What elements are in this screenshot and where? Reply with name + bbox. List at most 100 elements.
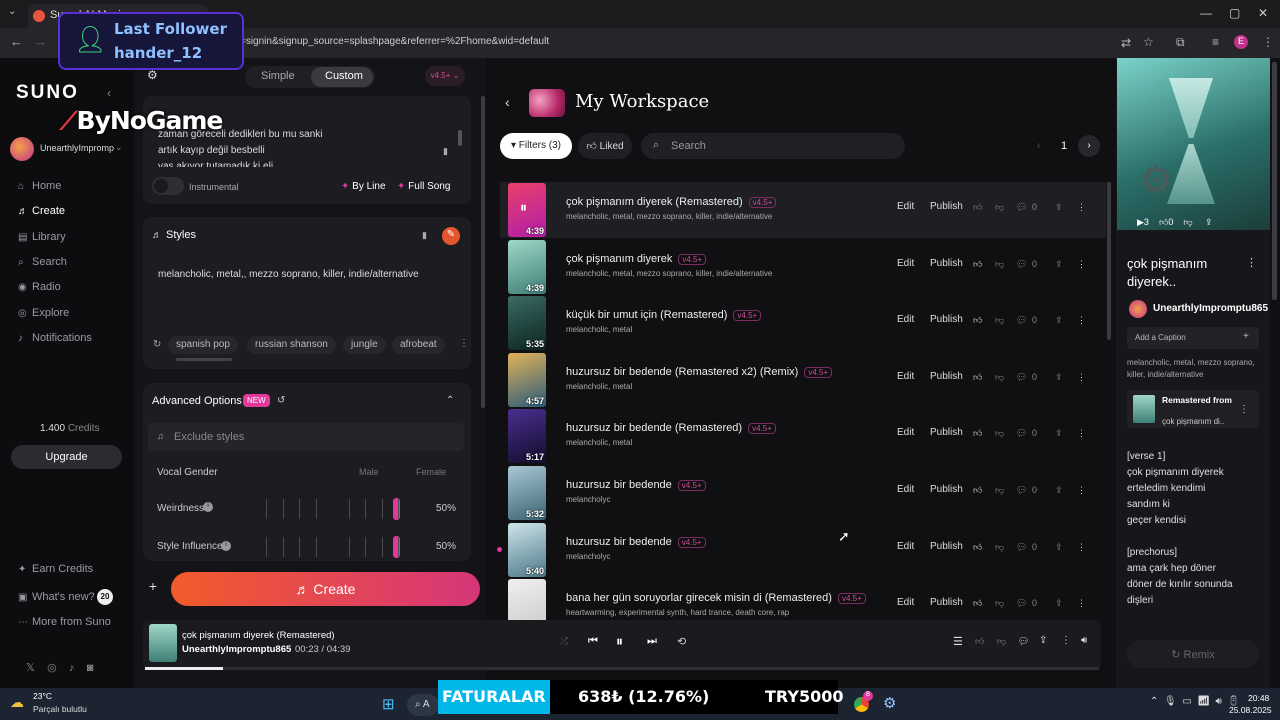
earn-credits-link[interactable]: ✦ Earn Credits	[18, 563, 93, 575]
edit-button[interactable]: Edit	[897, 484, 914, 495]
mode-custom-button[interactable]: Custom	[325, 70, 363, 82]
user-avatar[interactable]	[10, 137, 34, 161]
back-arrow-icon[interactable]: ←	[10, 34, 23, 49]
clock-time[interactable]: 20:48	[1248, 693, 1269, 703]
more-icon[interactable]: ⋮	[1077, 259, 1086, 270]
weather-text[interactable]: Parçalı bulutlu	[33, 704, 87, 714]
more-icon[interactable]: ⋮	[1077, 315, 1086, 326]
more-icon[interactable]: ⋮	[1077, 598, 1086, 609]
song-row[interactable]: 4:39 çok pişmanım diyerek v4.5+ melanchol…	[500, 239, 1106, 295]
like-icon[interactable]: 👍︎	[973, 542, 982, 553]
taskbar-search[interactable]: ⌕ A	[407, 694, 439, 716]
like-icon[interactable]: 👍︎	[973, 315, 982, 326]
publish-button[interactable]: Publish	[930, 484, 963, 495]
minimize-icon[interactable]: —	[1200, 6, 1212, 20]
style-pill[interactable]: jungle	[343, 336, 386, 354]
edit-button[interactable]: Edit	[897, 597, 914, 608]
style-pill[interactable]: spanish pop	[168, 336, 238, 354]
dislike-icon[interactable]: 👎︎	[995, 485, 1004, 496]
pause-overlay-icon[interactable]: ⏸︎	[520, 199, 527, 216]
windows-start-icon[interactable]: ⊞	[382, 695, 395, 713]
profile-avatar[interactable]: E	[1234, 35, 1248, 49]
player-progress-track[interactable]	[145, 667, 1099, 670]
dislike-icon[interactable]: 👎︎	[1183, 217, 1192, 227]
song-row[interactable]: 5:17 huzursuz bir bedende (Remastered) v4…	[500, 408, 1106, 464]
vocal-female-option[interactable]: Female	[416, 467, 446, 477]
weather-icon[interactable]: ☁	[10, 694, 24, 711]
user-name[interactable]: UnearthlyImpromp	[40, 143, 114, 153]
styles-input[interactable]: melancholic, metal,, mezzo soprano, kill…	[158, 269, 419, 280]
share-icon[interactable]: ⇪	[1039, 635, 1047, 646]
like-icon[interactable]: 👍︎	[973, 259, 982, 270]
comment-icon[interactable]: 💬︎	[1016, 315, 1027, 326]
remix-button[interactable]: ↻ Remix	[1127, 640, 1259, 668]
add-caption-input[interactable]: Add a Caption +	[1127, 327, 1259, 349]
panel-scrollbar[interactable]	[481, 96, 485, 408]
share-icon[interactable]: ⇪	[1055, 598, 1063, 609]
whats-new-link[interactable]: ▣ What's new?	[18, 591, 95, 603]
collapse-sidebar-icon[interactable]: ‹	[107, 86, 111, 100]
more-icon[interactable]: ⋮	[1061, 635, 1071, 646]
more-icon[interactable]: ⋮	[1077, 372, 1086, 383]
user-chevron-icon[interactable]: ⌄	[115, 142, 123, 153]
like-icon[interactable]: 👍︎	[1159, 217, 1168, 227]
prev-page-icon[interactable]: ‹	[1037, 140, 1040, 151]
song-row[interactable]: 4:57 huzursuz bir bedende (Remastered x2…	[500, 352, 1106, 408]
share-icon[interactable]: ⇪	[1055, 542, 1063, 553]
nav-library[interactable]: ▤ Library	[18, 231, 66, 243]
like-icon[interactable]: 👍︎	[973, 485, 982, 496]
exclude-styles-input[interactable]: ♫ Exclude styles	[148, 423, 464, 451]
close-window-icon[interactable]: ✕	[1258, 6, 1268, 20]
like-icon[interactable]: 👍︎	[973, 428, 982, 439]
song-title[interactable]: huzursuz bir bedende (Remastered x2) (Re…	[566, 366, 833, 378]
clock-date[interactable]: 25.08.2025	[1229, 705, 1272, 715]
comment-icon[interactable]: 💬︎	[1016, 485, 1027, 496]
style-pill[interactable]: russian shanson	[247, 336, 336, 354]
instagram-icon[interactable]: ◎	[47, 662, 57, 674]
share-icon[interactable]: ⇪	[1205, 217, 1213, 227]
style-influence-slider[interactable]	[265, 535, 410, 559]
advanced-options-title[interactable]: Advanced Options	[152, 395, 242, 407]
publish-button[interactable]: Publish	[930, 258, 963, 269]
detail-author-avatar[interactable]	[1129, 300, 1147, 318]
song-title[interactable]: çok pişmanım diyerek (Remastered) v4.5+	[566, 196, 777, 208]
more-icon[interactable]: ⋮	[1077, 485, 1086, 496]
more-icon[interactable]: ⋮	[1077, 542, 1086, 553]
share-icon[interactable]: ⇪	[1055, 372, 1063, 383]
share-icon[interactable]: ⇪	[1055, 202, 1063, 213]
song-thumbnail[interactable]: 4:39 ⏸︎	[508, 183, 546, 237]
back-chevron-icon[interactable]: ‹	[505, 94, 510, 110]
info-icon[interactable]: i	[221, 541, 231, 551]
full-song-button[interactable]: ✦ Full Song	[397, 181, 450, 192]
publish-button[interactable]: Publish	[930, 427, 963, 438]
comment-icon[interactable]: 💬︎	[1016, 372, 1027, 383]
publish-button[interactable]: Publish	[930, 201, 963, 212]
settings-taskbar-icon[interactable]: ⚙	[883, 694, 896, 712]
remastered-from-card[interactable]: Remastered from çok pişmanım di.. ⋮	[1127, 390, 1259, 428]
nav-search[interactable]: ⌕ Search	[18, 256, 67, 268]
nav-home[interactable]: ⌂ Home	[18, 180, 61, 192]
song-thumbnail[interactable]: 5:35	[508, 296, 546, 351]
reading-list-icon[interactable]: ≡	[1212, 35, 1219, 49]
comment-icon[interactable]: 💬︎	[1016, 598, 1027, 609]
pills-scrollbar[interactable]	[176, 358, 232, 361]
edit-button[interactable]: Edit	[897, 201, 914, 212]
magic-styles-button[interactable]: ✎	[442, 227, 460, 245]
upgrade-button[interactable]: Upgrade	[11, 445, 122, 469]
like-icon[interactable]: 👍︎	[975, 636, 984, 647]
detail-more-icon[interactable]: ⋮	[1246, 256, 1257, 269]
extensions-icon[interactable]: ⧉	[1176, 35, 1185, 50]
song-thumbnail[interactable]: 4:39	[508, 239, 546, 294]
edit-button[interactable]: Edit	[897, 541, 914, 552]
vocal-male-option[interactable]: Male	[359, 467, 379, 477]
weirdness-slider[interactable]	[265, 497, 410, 521]
song-title[interactable]: bana her gün soruyorlar girecek misin di…	[566, 592, 866, 605]
previous-icon[interactable]: ⏮︎	[588, 635, 598, 648]
publish-button[interactable]: Publish	[930, 597, 963, 608]
player-author[interactable]: UnearthlyImpromptu865	[182, 644, 291, 655]
share-icon[interactable]: ⇪	[1055, 315, 1063, 326]
song-row[interactable]: 5:32 huzursuz bir bedende v4.5+ melanchol…	[500, 465, 1106, 521]
publish-button[interactable]: Publish	[930, 314, 963, 325]
more-from-suno-link[interactable]: ⋯ More from Suno	[18, 616, 111, 628]
settings-gear-icon[interactable]: ⚙	[147, 68, 158, 82]
